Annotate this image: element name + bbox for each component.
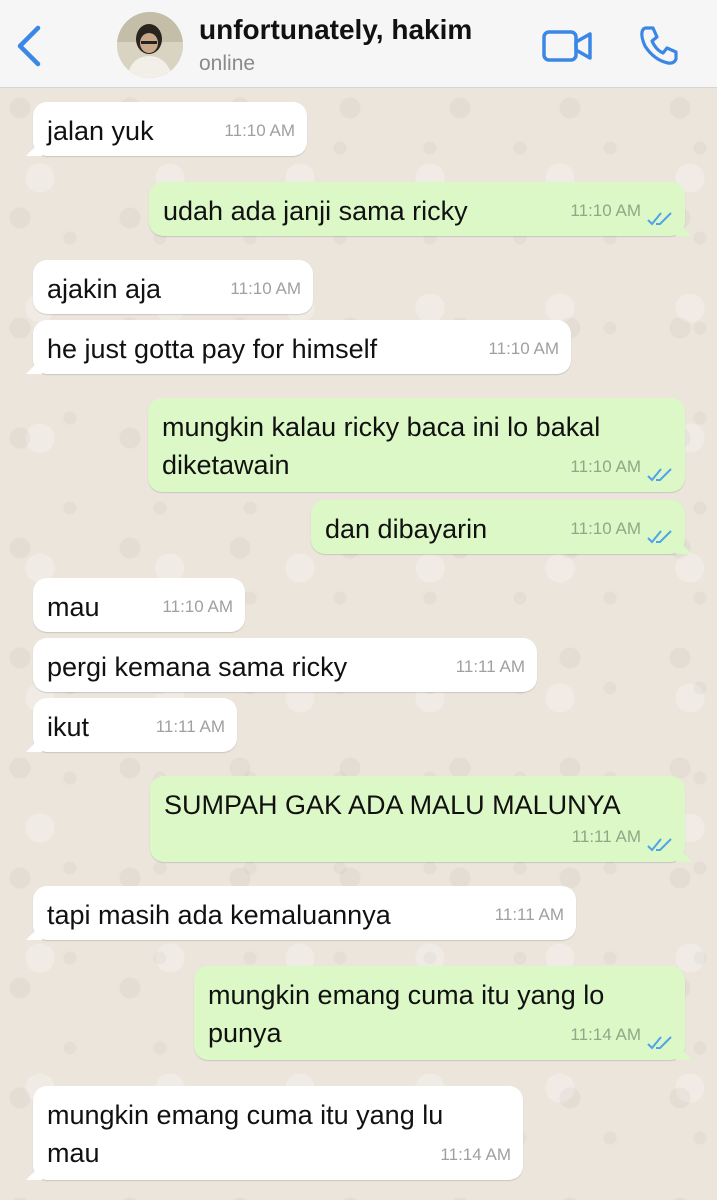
message-time: 11:10 AM <box>488 339 559 358</box>
double-check-icon <box>647 829 673 852</box>
message-time: 11:10 AM <box>570 457 641 476</box>
double-check-icon <box>647 459 673 482</box>
phone-icon[interactable] <box>636 22 682 68</box>
message-time: 11:11 AM <box>155 717 225 736</box>
contact-status: online <box>199 52 256 75</box>
video-camera-icon[interactable] <box>540 26 594 66</box>
message-time: 11:10 AM <box>230 279 301 298</box>
message-time: 11:14 AM <box>570 1025 641 1044</box>
message-time: 11:10 AM <box>224 121 295 140</box>
incoming-message[interactable]: tapi masih ada kemaluannya 11:11 AM <box>33 886 576 940</box>
message-text: he just gotta pay for himself <box>47 334 378 364</box>
outgoing-message[interactable]: SUMPAH GAK ADA MALU MALUNYA 11:11 AM <box>150 776 685 862</box>
contact-name[interactable]: unfortunately, hakim <box>199 14 472 46</box>
incoming-message[interactable]: ikut 11:11 AM <box>33 698 237 752</box>
incoming-message[interactable]: ajakin aja 11:10 AM <box>33 260 313 314</box>
incoming-message[interactable]: jalan yuk 11:10 AM <box>33 102 307 156</box>
message-text: tapi masih ada kemaluannya <box>47 900 391 930</box>
double-check-icon <box>647 203 673 226</box>
message-time: 11:10 AM <box>570 519 641 538</box>
outgoing-message[interactable]: mungkin kalau ricky baca ini lo bakal di… <box>148 398 685 492</box>
message-text-line-1: mungkin emang cuma itu yang lu <box>47 1100 444 1130</box>
message-text-line-1: mungkin emang cuma itu yang lo <box>208 980 605 1010</box>
message-time: 11:10 AM <box>162 597 233 616</box>
message-text-line-1: mungkin kalau ricky baca ini lo bakal <box>162 412 601 442</box>
message-time: 11:10 AM <box>570 201 641 220</box>
outgoing-message[interactable]: dan dibayarin 11:10 AM <box>311 500 685 554</box>
incoming-message[interactable]: he just gotta pay for himself 11:10 AM <box>33 320 571 374</box>
message-time: 11:14 AM <box>440 1145 511 1164</box>
message-time: 11:11 AM <box>494 905 564 924</box>
outgoing-message[interactable]: mungkin emang cuma itu yang lo punya 11:… <box>194 966 685 1060</box>
message-time: 11:11 AM <box>455 657 525 676</box>
chat-header: unfortunately, hakim online <box>0 0 717 88</box>
message-time: 11:11 AM <box>571 827 641 846</box>
incoming-message[interactable]: mau 11:10 AM <box>33 578 245 632</box>
avatar[interactable] <box>117 12 183 78</box>
double-check-icon <box>647 521 673 544</box>
chevron-left-icon[interactable] <box>12 24 48 68</box>
incoming-message[interactable]: pergi kemana sama ricky 11:11 AM <box>33 638 537 692</box>
double-check-icon <box>647 1027 673 1050</box>
outgoing-message[interactable]: udah ada janji sama ricky 11:10 AM <box>149 182 685 236</box>
message-text: pergi kemana sama ricky <box>47 652 348 682</box>
incoming-message[interactable]: mungkin emang cuma itu yang lu mau 11:14… <box>33 1086 523 1180</box>
